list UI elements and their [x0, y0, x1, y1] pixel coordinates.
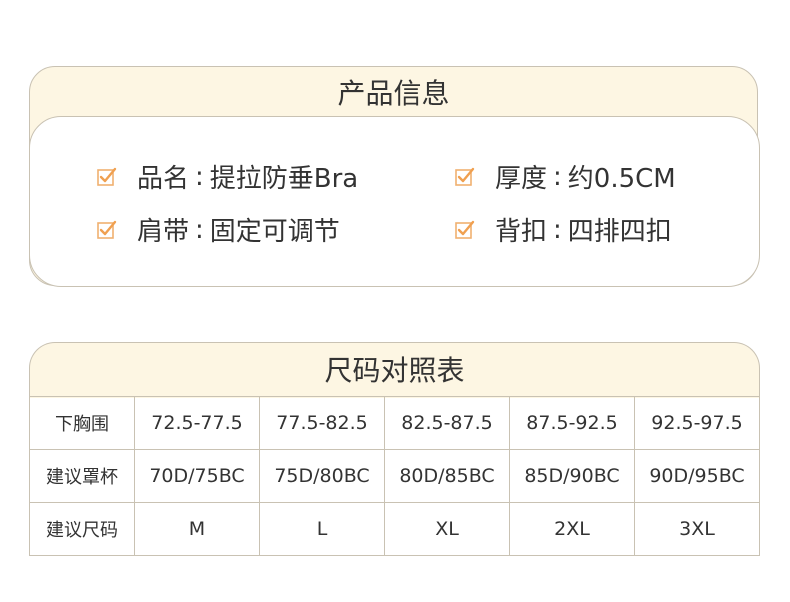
size-chart-header: 尺码对照表 [29, 342, 760, 398]
product-info-title: 产品信息 [337, 77, 450, 110]
table-cell: 3XL [634, 502, 760, 556]
table-cell: 82.5-87.5 [384, 396, 510, 450]
spec-value: 固定可调节 [209, 217, 340, 247]
table-cell: 2XL [509, 502, 635, 556]
table-cell: 72.5-77.5 [134, 396, 260, 450]
table-cell: 77.5-82.5 [259, 396, 385, 450]
spec-separator: : [195, 161, 204, 192]
spec-item-thickness: 厚度 : 约0.5CM [455, 158, 676, 195]
row-header: 建议尺码 [29, 502, 135, 556]
spec-value: 提拉防垂Bra [209, 164, 359, 194]
table-cell: 92.5-97.5 [634, 396, 760, 450]
table-cell: L [259, 502, 385, 556]
spec-value: 四排四扣 [567, 217, 672, 247]
table-row: 建议罩杯 70D/75BC 75D/80BC 80D/85BC 85D/90BC… [29, 449, 760, 503]
table-row: 下胸围 72.5-77.5 77.5-82.5 82.5-87.5 87.5-9… [29, 396, 760, 450]
checkbox-checked-icon [97, 167, 117, 186]
spec-separator: : [553, 214, 562, 245]
spec-label: 肩带 [137, 217, 190, 247]
spec-label: 背扣 [495, 217, 548, 247]
spec-value: 约0.5CM [567, 164, 676, 194]
row-header: 建议罩杯 [29, 449, 135, 503]
size-chart-title: 尺码对照表 [324, 354, 465, 387]
table-cell: M [134, 502, 260, 556]
table-row: 建议尺码 M L XL 2XL 3XL [29, 502, 760, 556]
spec-label: 品名 [137, 164, 190, 194]
spec-item-back-hook: 背扣 : 四排四扣 [455, 211, 672, 248]
table-cell: XL [384, 502, 510, 556]
table-cell: 70D/75BC [134, 449, 260, 503]
spec-item-strap: 肩带 : 固定可调节 [97, 211, 340, 248]
checkbox-checked-icon [455, 220, 475, 239]
product-info-body: 品名 : 提拉防垂Bra 厚度 : 约0.5CM 肩带 : 固定可调节 背扣 :… [29, 116, 760, 287]
table-cell: 85D/90BC [509, 449, 635, 503]
size-chart-table: 下胸围 72.5-77.5 77.5-82.5 82.5-87.5 87.5-9… [29, 396, 760, 556]
table-cell: 90D/95BC [634, 449, 760, 503]
spec-separator: : [195, 214, 204, 245]
table-cell: 80D/85BC [384, 449, 510, 503]
table-cell: 75D/80BC [259, 449, 385, 503]
checkbox-checked-icon [455, 167, 475, 186]
spec-label: 厚度 [495, 164, 548, 194]
spec-separator: : [553, 161, 562, 192]
checkbox-checked-icon [97, 220, 117, 239]
row-header: 下胸围 [29, 396, 135, 450]
table-cell: 87.5-92.5 [509, 396, 635, 450]
spec-item-name: 品名 : 提拉防垂Bra [97, 158, 358, 195]
